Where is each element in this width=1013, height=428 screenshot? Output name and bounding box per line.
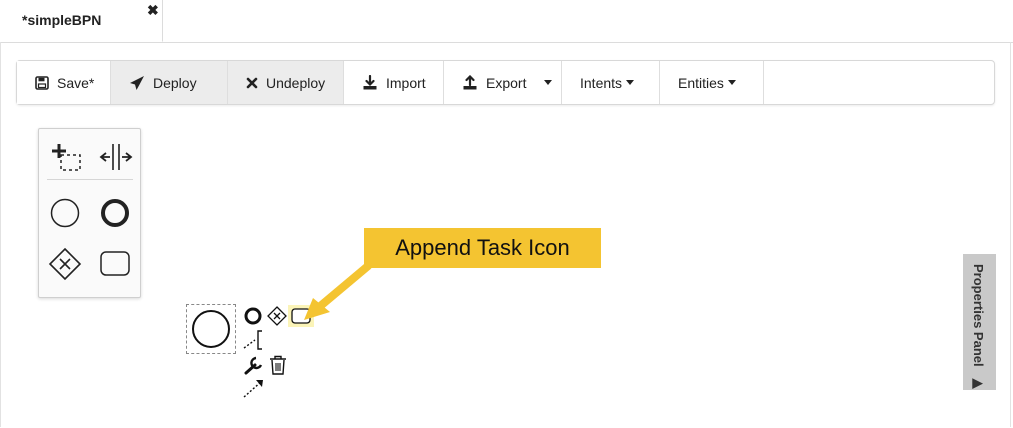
deploy-button[interactable]: Deploy	[111, 61, 228, 104]
export-icon	[463, 74, 477, 89]
caret-icon: ▶	[971, 376, 986, 392]
export-button[interactable]: Export	[444, 61, 562, 104]
callout-arrow	[304, 262, 372, 320]
lasso-tool-icon[interactable]	[49, 141, 83, 173]
import-label: Import	[386, 74, 426, 91]
text-annotation-icon[interactable]	[243, 329, 265, 351]
end-event-icon[interactable]	[99, 197, 131, 229]
chevron-down-icon	[544, 80, 553, 85]
start-event-shape[interactable]	[187, 305, 235, 353]
connect-icon[interactable]	[242, 377, 266, 399]
tool-palette	[38, 128, 141, 298]
tab-bar: *simpleBPN ✖	[0, 0, 1013, 43]
tab-title: *simpleBPN	[22, 12, 102, 28]
export-label: Export	[486, 74, 527, 91]
properties-panel-toggle[interactable]: Properties Panel ▶	[963, 254, 996, 392]
entities-label: Entities	[678, 74, 724, 91]
chevron-down-icon	[626, 80, 635, 85]
tab-close-icon[interactable]: ✖	[147, 2, 159, 19]
undeploy-label: Undeploy	[266, 74, 326, 91]
chevron-down-icon	[727, 80, 736, 85]
import-icon	[363, 74, 377, 89]
palette-separator	[47, 179, 133, 180]
space-tool-icon[interactable]	[99, 141, 133, 173]
append-gateway-icon[interactable]	[267, 306, 287, 326]
paper-plane-icon	[130, 75, 144, 90]
deploy-label: Deploy	[153, 74, 197, 91]
save-label: Save*	[57, 74, 95, 91]
undeploy-button[interactable]: Undeploy	[228, 61, 344, 104]
start-event-icon[interactable]	[49, 197, 81, 229]
entities-dropdown[interactable]: Entities	[660, 61, 764, 104]
append-end-event-icon[interactable]	[243, 306, 263, 326]
start-event-selection[interactable]	[186, 304, 236, 354]
import-button[interactable]: Import	[344, 61, 444, 104]
callout-label: Append Task Icon	[364, 228, 601, 268]
trash-icon[interactable]	[268, 354, 288, 376]
tab-simplebpn[interactable]: *simpleBPN ✖	[0, 0, 163, 42]
toolbar: Save* Deploy Undeploy Import Export Inte…	[16, 60, 995, 105]
intents-label: Intents	[580, 74, 623, 91]
save-button[interactable]: Save*	[17, 61, 111, 104]
save-icon	[35, 75, 49, 90]
wrench-icon[interactable]	[243, 354, 265, 376]
x-icon	[246, 77, 258, 88]
properties-panel-label: Properties Panel ▶	[971, 264, 986, 392]
gateway-icon[interactable]	[48, 247, 82, 281]
task-icon[interactable]	[99, 249, 133, 279]
intents-dropdown[interactable]: Intents	[562, 61, 660, 104]
callout-text: Append Task Icon	[395, 235, 570, 260]
